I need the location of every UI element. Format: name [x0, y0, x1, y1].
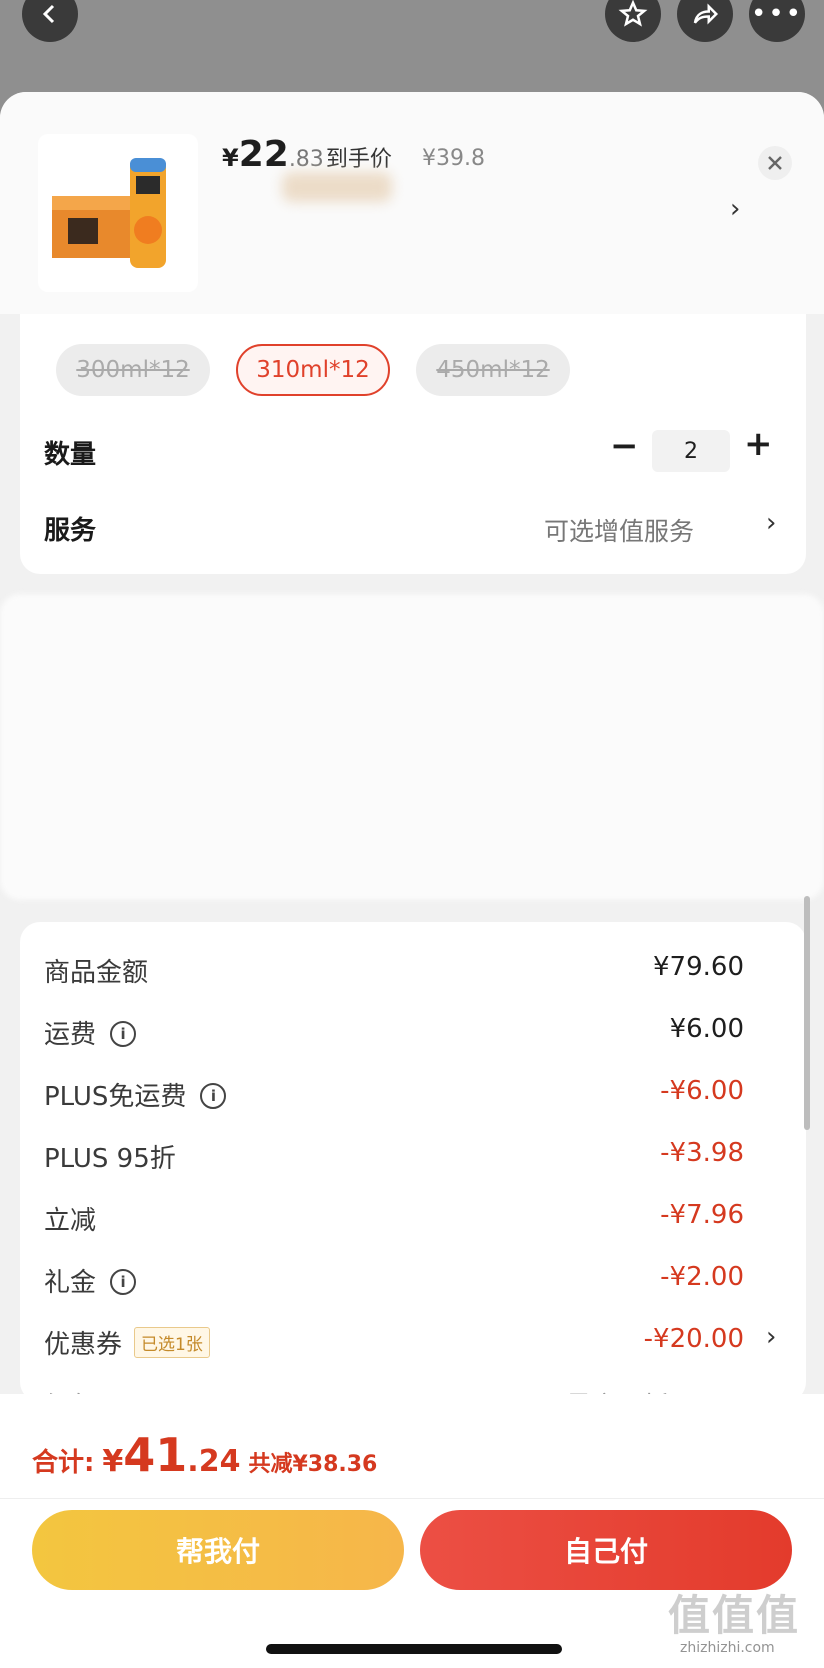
divider [0, 1498, 824, 1499]
total-symbol: ¥ [102, 1444, 124, 1479]
back-button[interactable] [22, 0, 78, 42]
fee-label-coupon[interactable]: 优惠券 已选1张 [44, 1324, 210, 1361]
top-nav-bar: ••• [0, 0, 824, 92]
fee-value-coupon[interactable]: -¥20.00 [644, 1324, 744, 1354]
service-label: 服务 [44, 516, 97, 546]
price-decimal: .83 [288, 147, 324, 172]
blurred-section [0, 594, 824, 900]
favorite-button[interactable] [605, 0, 661, 42]
more-button[interactable]: ••• [749, 0, 805, 42]
chevron-right-icon[interactable]: › [766, 1322, 776, 1352]
fee-value-subtotal: ¥79.60 [653, 952, 744, 982]
close-icon [768, 156, 782, 170]
blurred-subtitle [282, 172, 392, 202]
fee-value-instant-discount: -¥7.96 [660, 1200, 744, 1230]
fee-label-gift-credit: 礼金 i [44, 1262, 137, 1299]
product-photo [52, 158, 166, 268]
product-image[interactable] [38, 134, 198, 292]
fee-value-plus-discount: -¥3.98 [660, 1138, 744, 1168]
home-indicator [266, 1644, 562, 1654]
price-label: 到手价 [325, 147, 392, 172]
total-label: 合计: [32, 1448, 95, 1478]
minus-button[interactable]: − [610, 426, 639, 466]
fee-label-plus-discount: PLUS 95折 [44, 1144, 176, 1174]
price-integer: 22 [238, 134, 289, 175]
fee-label-plus-free-shipping: PLUS免运费 i [44, 1076, 227, 1113]
coupon-badge: 已选1张 [134, 1327, 210, 1358]
fee-label-text: 礼金 [44, 1268, 97, 1298]
quantity-label: 数量 [44, 440, 97, 470]
chevron-right-icon[interactable]: › [766, 508, 776, 538]
fee-label-text: PLUS免运费 [44, 1082, 187, 1112]
fee-label-instant-discount: 立减 [44, 1206, 97, 1236]
watermark-site: zhizhizhi.com [680, 1640, 775, 1656]
spec-option-300ml[interactable]: 300ml*12 [56, 344, 210, 396]
spec-option-310ml[interactable]: 310ml*12 [236, 344, 390, 396]
original-price: ¥39.8 [422, 146, 485, 171]
total-decimal: .24 [187, 1444, 241, 1479]
info-icon[interactable]: i [110, 1020, 137, 1047]
scrollbar[interactable] [804, 896, 810, 1130]
chevron-left-icon [42, 4, 55, 24]
self-pay-button[interactable]: 自己付 [420, 1510, 792, 1590]
share-icon [693, 3, 719, 25]
info-icon[interactable]: i [200, 1082, 227, 1109]
star-icon [618, 0, 648, 27]
share-button[interactable] [677, 0, 733, 42]
chevron-right-icon[interactable]: › [730, 194, 740, 224]
fee-value-plus-free-shipping: -¥6.00 [660, 1076, 744, 1106]
more-icon: ••• [750, 0, 803, 29]
fee-value-shipping: ¥6.00 [669, 1014, 744, 1044]
fee-label-shipping: 运费 i [44, 1014, 137, 1051]
fee-label-text: 运费 [44, 1020, 97, 1050]
quantity-input[interactable]: 2 [652, 430, 730, 472]
help-pay-button[interactable]: 帮我付 [32, 1510, 404, 1590]
watermark-logo: 值值值 [668, 1591, 801, 1640]
current-price: ¥22.83到手价 [222, 134, 392, 175]
close-button[interactable] [758, 146, 792, 180]
fee-label-subtotal: 商品金额 [44, 958, 149, 988]
total-saved: 共减¥38.36 [248, 1452, 378, 1477]
total-integer: 41 [123, 1428, 188, 1482]
price-symbol: ¥ [222, 144, 239, 172]
info-icon[interactable]: i [110, 1268, 137, 1295]
plus-button[interactable]: + [744, 424, 773, 464]
total-amount: 合计: ¥41.24 共减¥38.36 [32, 1428, 377, 1482]
fee-value-gift-credit: -¥2.00 [660, 1262, 744, 1292]
spec-option-450ml[interactable]: 450ml*12 [416, 344, 570, 396]
fee-label-text: 优惠券 [44, 1330, 123, 1360]
service-value[interactable]: 可选增值服务 [544, 512, 694, 548]
